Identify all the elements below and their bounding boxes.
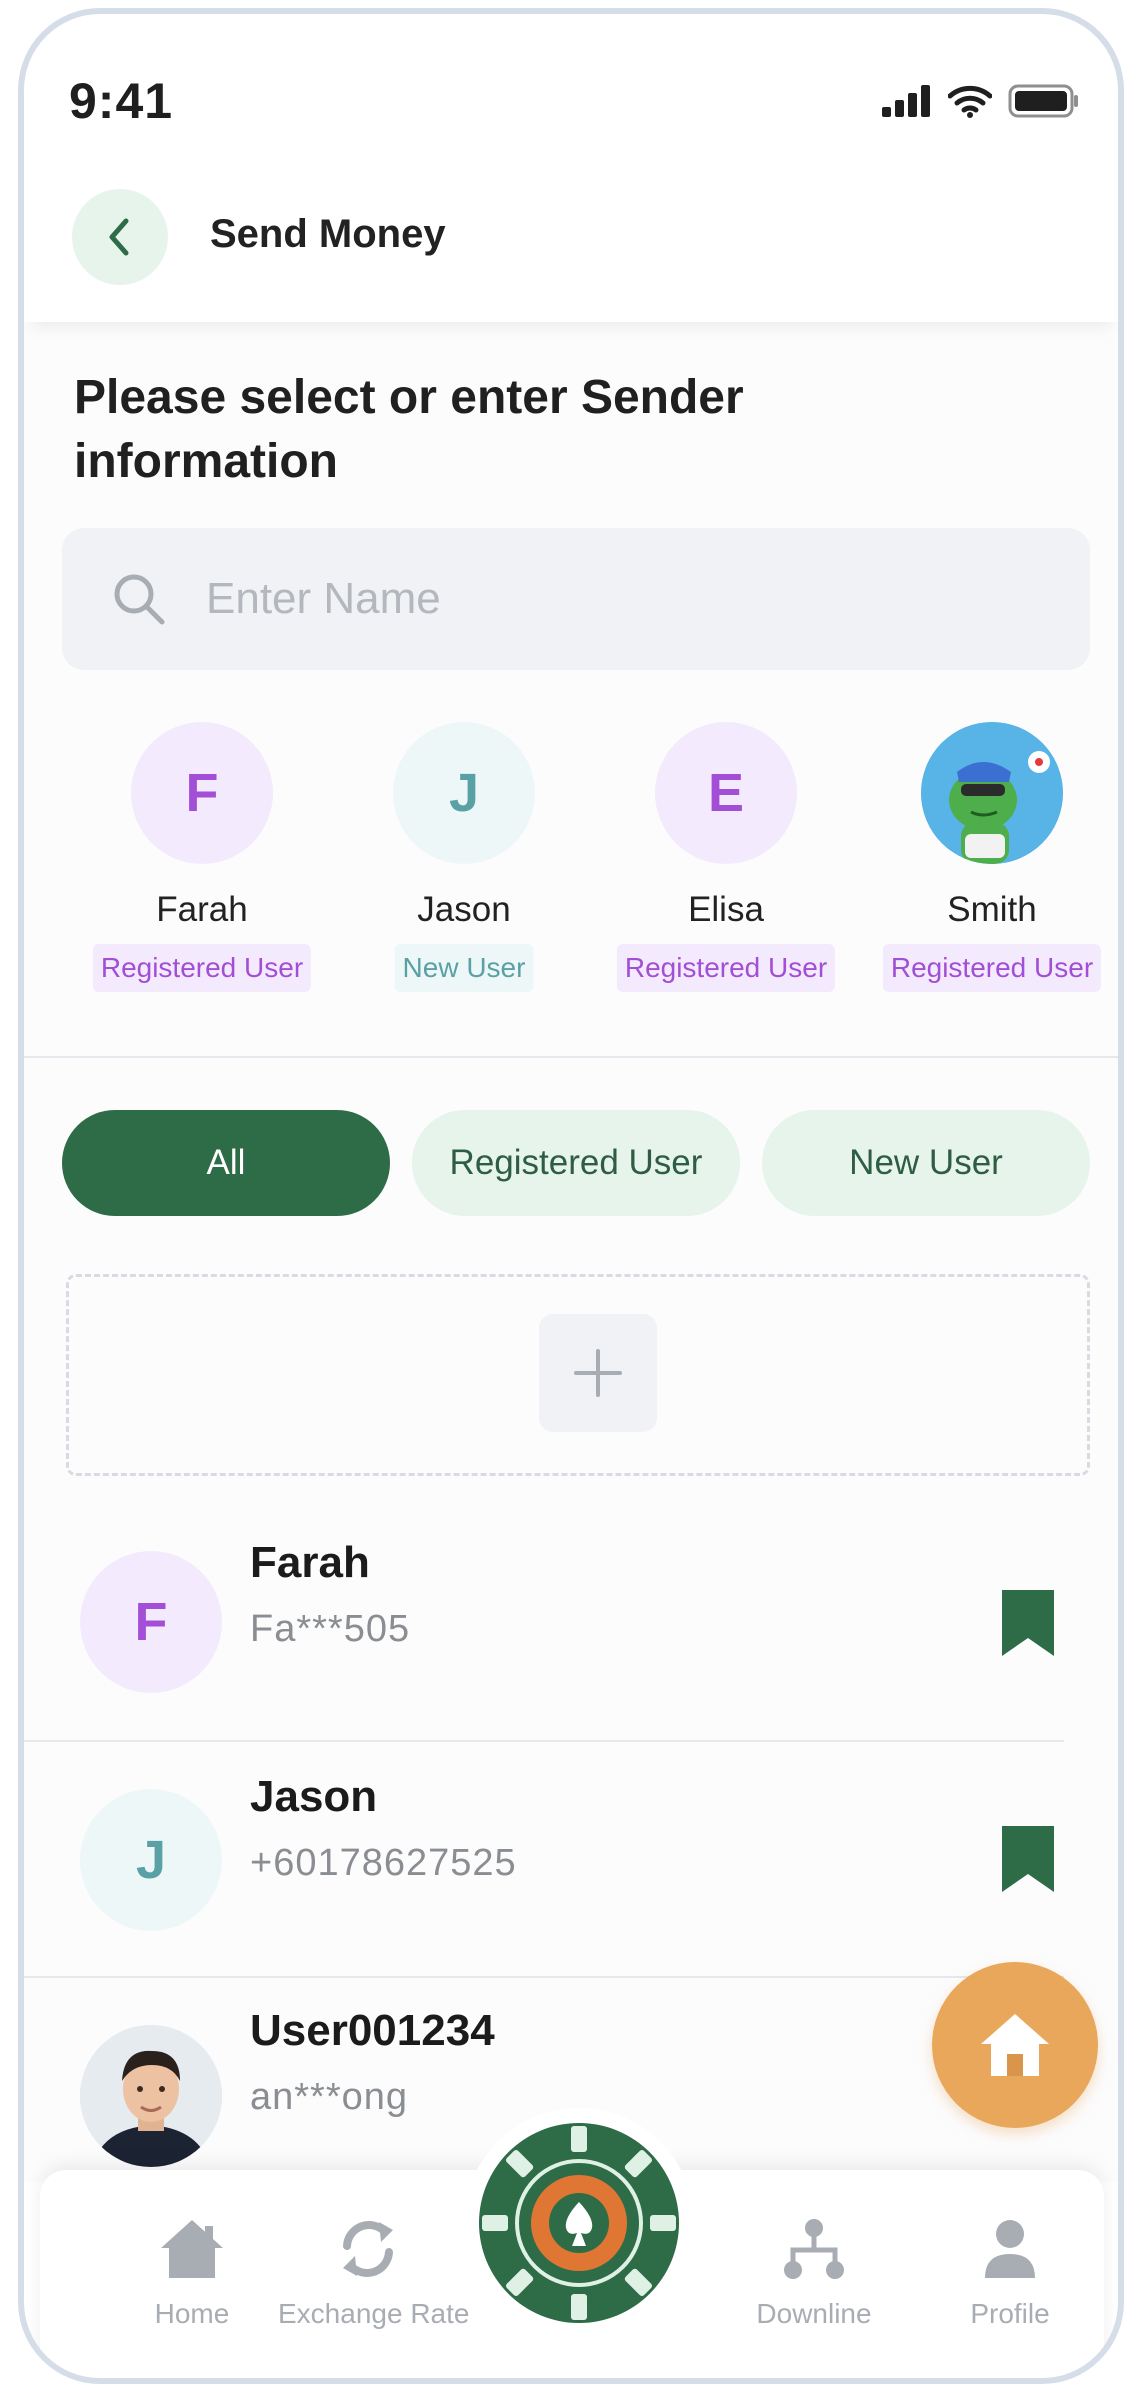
search-bar[interactable] bbox=[62, 528, 1090, 670]
nav-label: Home bbox=[154, 2298, 230, 2329]
avatar: J bbox=[393, 722, 535, 864]
home-icon bbox=[981, 2014, 1049, 2076]
contact-name: User001234 bbox=[250, 2006, 495, 2055]
status-badge: Registered User bbox=[882, 944, 1102, 992]
contact-id: Fa***505 bbox=[250, 1608, 411, 1650]
status-time: 9:41 bbox=[69, 73, 174, 129]
add-contact-area bbox=[66, 1274, 1090, 1476]
recent-contact-smith[interactable]: Smith Registered User bbox=[872, 722, 1112, 992]
avatar: J bbox=[80, 1789, 222, 1931]
recent-contact-name: Farah bbox=[156, 890, 248, 929]
user-photo-avatar bbox=[80, 2025, 222, 2167]
status-badge: Registered User bbox=[616, 944, 836, 992]
main-content: Please select or enter Sender informatio… bbox=[24, 322, 1118, 2182]
nav-exchange-rate[interactable]: Exchange Rate bbox=[278, 2214, 470, 2354]
status-badge: New User bbox=[394, 944, 534, 992]
search-input[interactable] bbox=[204, 528, 1064, 670]
recent-contact-farah[interactable]: F Farah Registered User bbox=[82, 722, 322, 992]
battery-icon bbox=[1008, 84, 1078, 118]
app-header: Send Money bbox=[24, 164, 1118, 322]
list-item-farah[interactable]: F Farah Fa***505 bbox=[24, 1504, 1084, 1740]
home-icon bbox=[161, 2220, 223, 2278]
nav-label: Downline bbox=[756, 2298, 872, 2329]
nav-label: Profile bbox=[970, 2298, 1050, 2329]
avatar: F bbox=[80, 1551, 222, 1693]
hierarchy-icon bbox=[784, 2219, 844, 2279]
avatar: E bbox=[655, 722, 797, 864]
nav-label: Exchange Rate bbox=[278, 2298, 470, 2329]
bookmark-icon[interactable] bbox=[1000, 1588, 1056, 1658]
recent-contact-name: Elisa bbox=[688, 890, 764, 929]
tab-registered-user[interactable]: Registered User bbox=[412, 1110, 740, 1216]
recent-contact-name: Smith bbox=[947, 890, 1037, 929]
list-item-jason[interactable]: J Jason +60178627525 bbox=[24, 1742, 1084, 1978]
avatar bbox=[921, 722, 1063, 864]
back-button[interactable] bbox=[72, 189, 168, 285]
contact-id: an***ong bbox=[250, 2076, 409, 2118]
refresh-icon bbox=[343, 2221, 393, 2277]
avatar: F bbox=[131, 722, 273, 864]
bookmark-icon[interactable] bbox=[1000, 1824, 1056, 1894]
wifi-icon bbox=[948, 85, 992, 118]
search-icon bbox=[114, 574, 165, 625]
sender-prompt-heading: Please select or enter Sender informatio… bbox=[74, 371, 744, 488]
contact-name: Jason bbox=[250, 1772, 378, 1821]
nav-home[interactable]: Home bbox=[102, 2214, 282, 2354]
nav-profile[interactable]: Profile bbox=[920, 2214, 1100, 2354]
recent-contact-elisa[interactable]: E Elisa Registered User bbox=[606, 722, 846, 992]
contact-phone: +60178627525 bbox=[250, 1842, 517, 1884]
contact-name: Farah bbox=[250, 1538, 370, 1587]
person-icon bbox=[985, 2220, 1035, 2278]
tab-new-user[interactable]: New User bbox=[762, 1110, 1090, 1216]
add-contact-button[interactable] bbox=[539, 1314, 657, 1432]
tab-all[interactable]: All bbox=[62, 1110, 390, 1216]
section-divider bbox=[24, 1056, 1118, 1058]
poker-chip-icon[interactable] bbox=[476, 2120, 682, 2326]
phone-frame: 9:41 Send Money Please select or enter S… bbox=[18, 8, 1124, 2384]
dinosaur-avatar-icon bbox=[921, 722, 1063, 864]
recent-contacts: F Farah Registered User J Jason New User… bbox=[24, 722, 1118, 992]
filter-tabs: All Registered User New User bbox=[62, 1110, 1094, 1218]
floating-home-button[interactable] bbox=[932, 1962, 1098, 2128]
chevron-left-icon bbox=[109, 218, 129, 256]
recent-contact-name: Jason bbox=[417, 890, 511, 929]
page-title: Send Money bbox=[210, 212, 446, 256]
plus-icon bbox=[574, 1349, 622, 1397]
signal-icon bbox=[882, 85, 930, 117]
status-badge: Registered User bbox=[92, 944, 312, 992]
avatar bbox=[80, 2025, 222, 2167]
nav-downline[interactable]: Downline bbox=[724, 2214, 904, 2354]
recent-contact-jason[interactable]: J Jason New User bbox=[344, 722, 584, 992]
status-icons bbox=[882, 84, 1080, 118]
